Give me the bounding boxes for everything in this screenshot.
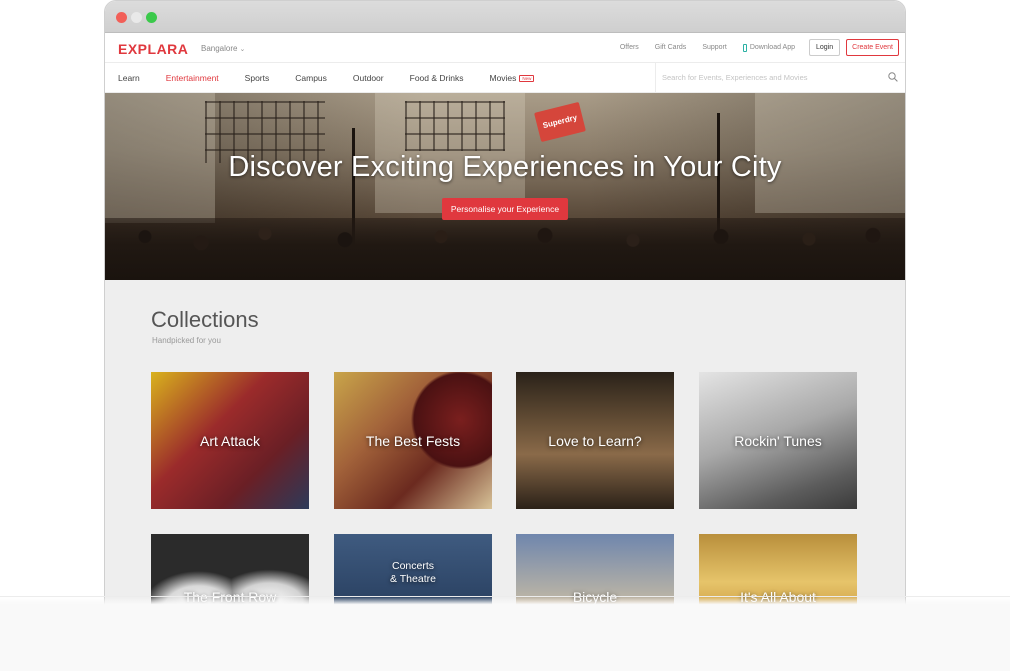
new-badge: New [519, 74, 535, 82]
search-icon[interactable] [888, 72, 898, 82]
bottom-fade-overlay [0, 596, 1010, 671]
collections-title: Collections [151, 307, 259, 332]
nav-item-campus[interactable]: Campus [295, 73, 327, 83]
support-link[interactable]: Support [702, 44, 727, 51]
collection-tile-label: The Best Fests [365, 432, 461, 449]
collection-tile-rockin-tunes[interactable]: Rockin' Tunes [699, 372, 857, 509]
login-button[interactable]: Login [809, 39, 841, 56]
collection-tile-label: Concerts & Theatre [390, 559, 436, 585]
gift-cards-link[interactable]: Gift Cards [655, 44, 687, 51]
create-event-button[interactable]: Create Event [846, 39, 899, 56]
nav-item-movies[interactable]: Movies New [489, 73, 535, 83]
nav-item-outdoor[interactable]: Outdoor [353, 73, 384, 83]
hero-sign-flag: Superdry [534, 101, 586, 143]
collection-tile-label: Love to Learn? [548, 432, 642, 449]
close-window-button[interactable] [116, 12, 127, 23]
minimize-window-button[interactable] [131, 12, 142, 23]
search-box [655, 63, 905, 93]
nav-items: Learn Entertainment Sports Campus Outdoo… [118, 73, 560, 83]
hero-banner: Superdry Discover Exciting Experiences i… [105, 93, 905, 280]
download-app-label: Download App [749, 44, 795, 51]
phone-icon [742, 43, 747, 52]
collection-tile-label: Rockin' Tunes [734, 432, 822, 449]
search-input[interactable] [656, 63, 876, 91]
nav-item-sports[interactable]: Sports [245, 73, 270, 83]
nav-item-movies-label: Movies [489, 73, 517, 83]
city-selector[interactable]: Bangalore ⌄ [201, 44, 245, 53]
offers-link[interactable]: Offers [620, 44, 639, 51]
hero-crowd [105, 218, 905, 280]
maximize-window-button[interactable] [146, 12, 157, 23]
collection-tile-best-fests[interactable]: The Best Fests [334, 372, 492, 509]
nav-item-entertainment[interactable]: Entertainment [166, 73, 219, 83]
chevron-down-icon: ⌄ [239, 46, 246, 53]
hero-title: Discover Exciting Experiences in Your Ci… [228, 151, 782, 183]
collection-tile-art-attack[interactable]: Art Attack [151, 372, 309, 509]
hero-building-windows-center [405, 101, 505, 151]
category-nav: Learn Entertainment Sports Campus Outdoo… [105, 63, 905, 93]
personalise-button[interactable]: Personalise your Experience [442, 198, 568, 220]
nav-item-food-drinks[interactable]: Food & Drinks [410, 73, 464, 83]
collection-tile-label: Art Attack [200, 432, 260, 449]
site-header: EXPLARA Bangalore ⌄ Offers Gift Cards Sup… [105, 33, 905, 63]
explara-logo[interactable]: EXPLARA [118, 41, 188, 57]
header-links: Offers Gift Cards Support Download App L… [604, 39, 899, 56]
city-label: Bangalore [201, 44, 238, 53]
browser-titlebar [105, 1, 905, 33]
browser-window: EXPLARA Bangalore ⌄ Offers Gift Cards Sup… [104, 0, 906, 671]
collection-tile-love-to-learn[interactable]: Love to Learn? [516, 372, 674, 509]
nav-item-learn[interactable]: Learn [118, 73, 140, 83]
download-app-link[interactable]: Download App [742, 43, 795, 52]
collections-subtitle: Handpicked for you [152, 336, 221, 345]
